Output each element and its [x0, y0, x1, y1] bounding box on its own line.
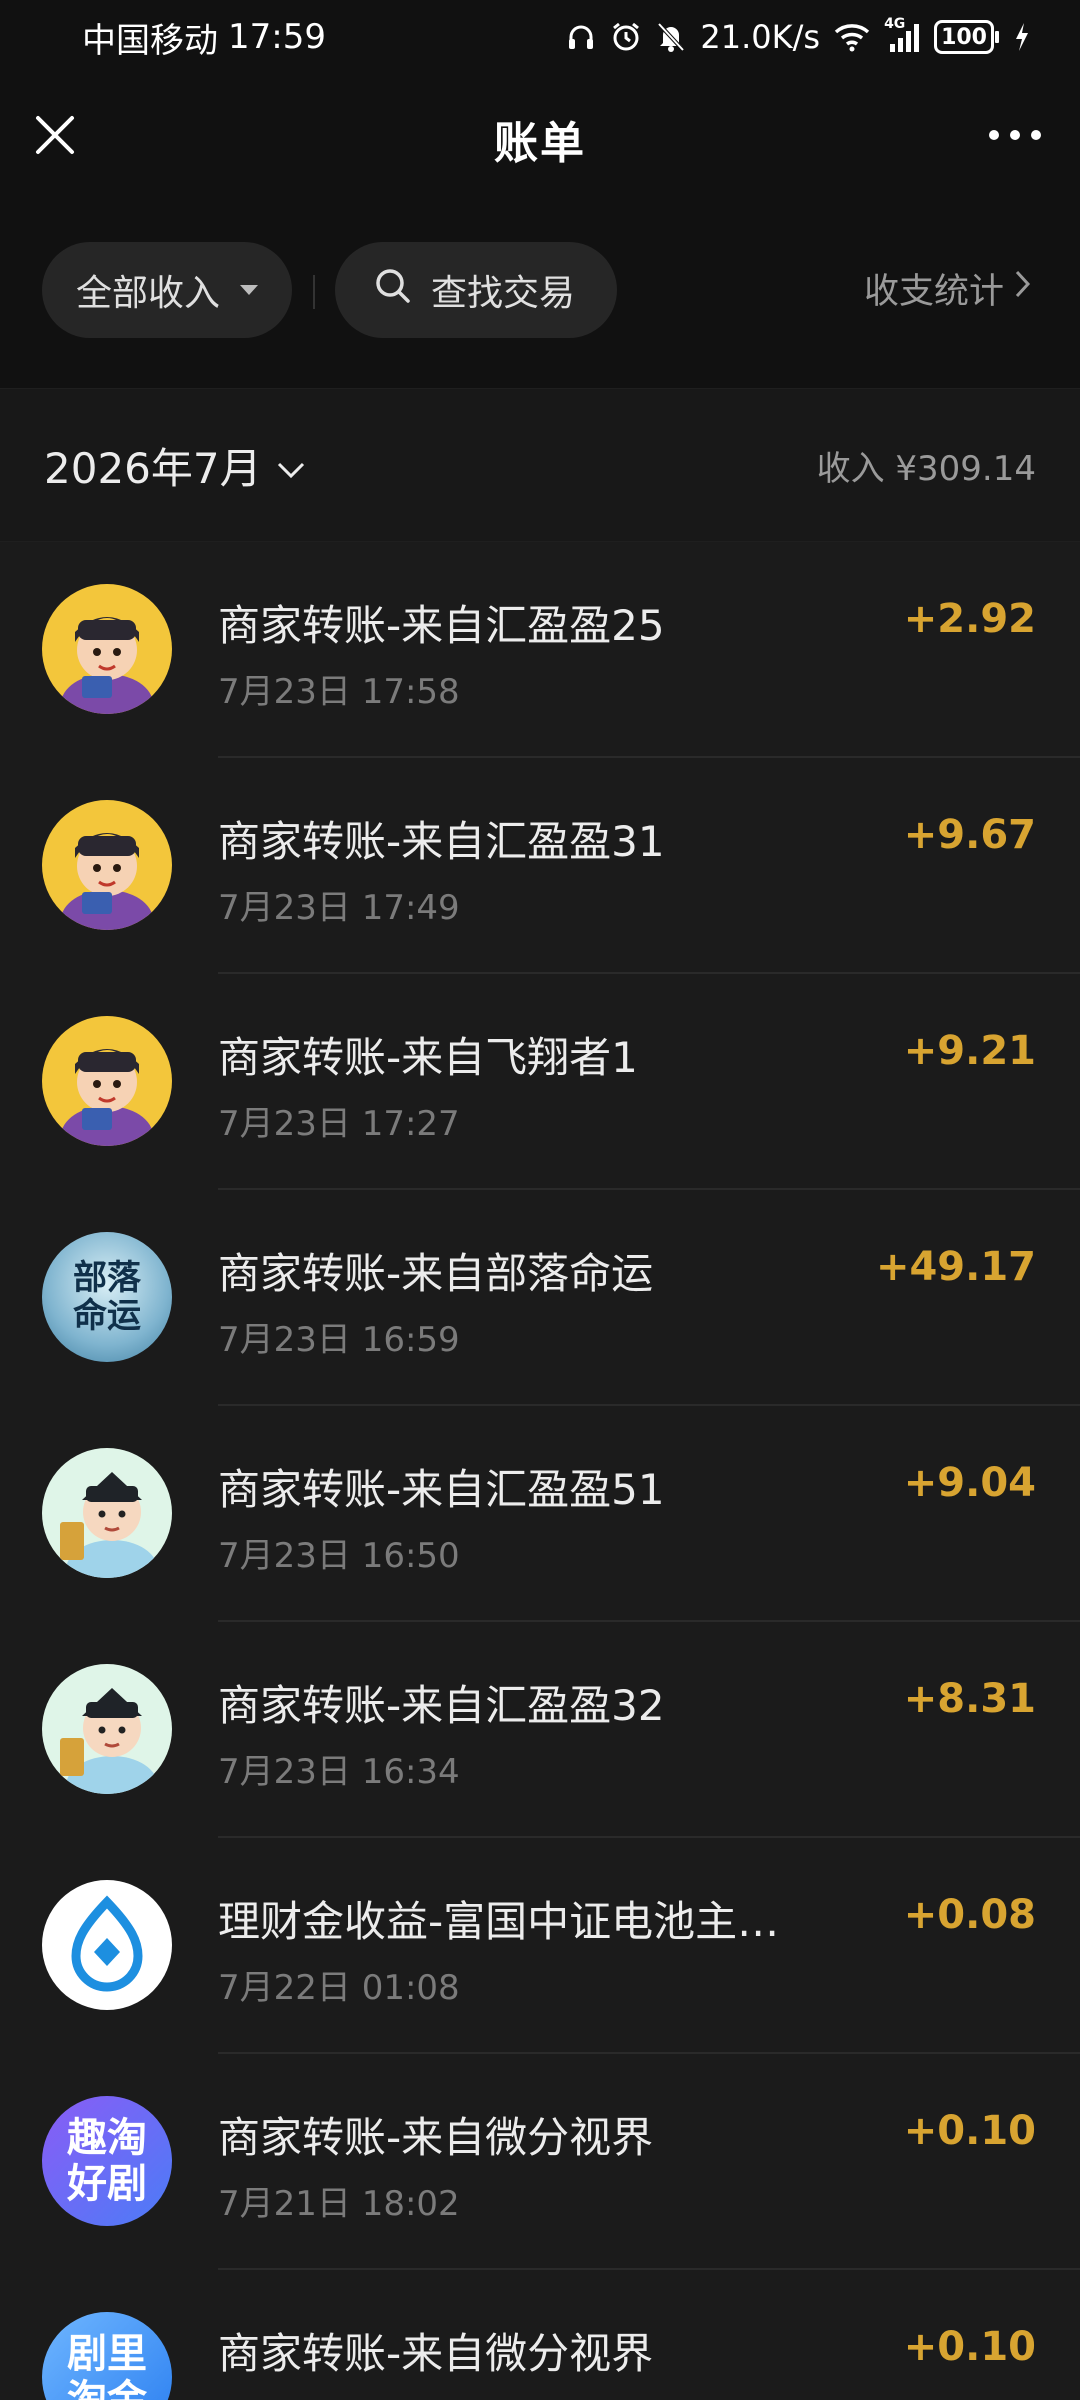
- transaction-time: 7月23日 17:49: [218, 888, 460, 928]
- search-icon: [373, 266, 413, 315]
- scholar-avatar-icon: [42, 1448, 172, 1578]
- wifi-icon: [834, 22, 870, 52]
- transaction-row[interactable]: 部落命运 商家转账-来自部落命运 7月23日 16:59 +49.17: [0, 1190, 1080, 1406]
- cellular-signal-icon: 4G: [884, 16, 920, 52]
- page-title: 账单: [494, 118, 586, 169]
- caret-down-icon: [240, 285, 259, 295]
- transaction-time: 7月23日 16:34: [218, 1752, 460, 1792]
- network-type: 4G: [884, 16, 906, 32]
- transaction-amount: +9.67: [903, 812, 1036, 858]
- transaction-time: 7月23日 17:58: [218, 672, 460, 712]
- filter-divider: [313, 275, 315, 309]
- transaction-row[interactable]: 剧里淘金 商家转账-来自微分视界 +0.10: [0, 2270, 1080, 2400]
- more-options-icon[interactable]: [980, 110, 1050, 160]
- text-logo-avatar-icon: 趣淘好剧: [42, 2096, 172, 2226]
- transaction-row[interactable]: 商家转账-来自汇盈盈31 7月23日 17:49 +9.67: [0, 758, 1080, 974]
- transaction-row[interactable]: 商家转账-来自汇盈盈25 7月23日 17:58 +2.92: [0, 542, 1080, 758]
- transaction-amount: +9.04: [903, 1460, 1036, 1506]
- close-icon[interactable]: [30, 110, 80, 160]
- status-right: 21.0K/s 4G 100: [566, 16, 1030, 56]
- network-speed: 21.0K/s: [700, 18, 821, 56]
- text-logo-avatar-text: 趣淘好剧: [67, 2115, 147, 2207]
- scholar-avatar-icon: [42, 1664, 172, 1794]
- transaction-amount: +0.08: [903, 1892, 1036, 1938]
- transaction-row[interactable]: 商家转账-来自飞翔者1 7月23日 17:27 +9.21: [0, 974, 1080, 1190]
- transaction-title: 商家转账-来自微分视界: [218, 2113, 654, 2162]
- chevron-down-icon: [276, 441, 306, 490]
- calligraphy-avatar-icon: 部落命运: [42, 1232, 172, 1362]
- month-header: 2026年7月 收入 ¥309.14: [0, 388, 1080, 542]
- scholar-avatar-icon: [42, 1016, 172, 1146]
- scholar-avatar-icon: [42, 584, 172, 714]
- carrier-label: 中国移动: [82, 20, 218, 61]
- filter-row: 全部收入 查找交易 收支统计: [0, 240, 1080, 340]
- clock: 17:59: [228, 17, 326, 57]
- transaction-row[interactable]: 趣淘好剧 商家转账-来自微分视界 7月21日 18:02 +0.10: [0, 2054, 1080, 2270]
- search-transactions-button[interactable]: 查找交易: [335, 242, 617, 338]
- alarm-icon: [610, 21, 642, 53]
- transaction-title: 理财金收益-富国中证电池主…: [218, 1897, 780, 1946]
- transaction-title: 商家转账-来自飞翔者1: [218, 1033, 638, 1082]
- transaction-time: 7月23日 16:50: [218, 1536, 460, 1576]
- transaction-list: 商家转账-来自汇盈盈25 7月23日 17:58 +2.92 商家转账-来自汇盈…: [0, 542, 1080, 2400]
- transaction-title: 商家转账-来自汇盈盈31: [218, 817, 665, 866]
- bill-screen: 中国移动 17:59 21.0K/s 4G 100 账单 全部收入 查找交易 收…: [0, 0, 1080, 2400]
- month-selector[interactable]: 2026年7月: [44, 435, 306, 496]
- transaction-row[interactable]: 商家转账-来自汇盈盈32 7月23日 16:34 +8.31: [0, 1622, 1080, 1838]
- charging-icon: [1014, 22, 1030, 52]
- transaction-row[interactable]: 理财金收益-富国中证电池主… 7月22日 01:08 +0.08: [0, 1838, 1080, 2054]
- fund-logo-icon: [42, 1880, 172, 2010]
- headphones-icon: [566, 22, 596, 52]
- transaction-amount: +49.17: [875, 1244, 1036, 1290]
- transaction-title: 商家转账-来自汇盈盈51: [218, 1465, 665, 1514]
- income-expense-stats-link[interactable]: 收支统计: [864, 240, 1032, 336]
- transaction-time: 7月21日 18:02: [218, 2184, 460, 2224]
- scholar-avatar-icon: [42, 800, 172, 930]
- text-logo-avatar-icon: 剧里淘金: [42, 2312, 172, 2400]
- transaction-title: 商家转账-来自部落命运: [218, 1249, 654, 1298]
- status-left: 中国移动 17:59: [82, 13, 326, 62]
- text-logo-avatar-text: 剧里淘金: [67, 2331, 147, 2400]
- transaction-row[interactable]: 商家转账-来自汇盈盈51 7月23日 16:50 +9.04: [0, 1406, 1080, 1622]
- transaction-amount: +9.21: [903, 1028, 1036, 1074]
- battery-indicator: 100: [934, 20, 999, 54]
- transaction-amount: +8.31: [903, 1676, 1036, 1722]
- transaction-title: 商家转账-来自汇盈盈25: [218, 601, 665, 650]
- transaction-amount: +0.10: [903, 2108, 1036, 2154]
- income-filter-dropdown[interactable]: 全部收入: [42, 242, 292, 338]
- transaction-amount: +2.92: [903, 596, 1036, 642]
- status-bar: 中国移动 17:59 21.0K/s 4G 100: [0, 0, 1080, 74]
- mute-bell-icon: [656, 21, 686, 53]
- transaction-title: 商家转账-来自汇盈盈32: [218, 1681, 665, 1730]
- month-label: 2026年7月: [44, 443, 262, 493]
- income-filter-label: 全部收入: [76, 273, 221, 314]
- transaction-title: 商家转账-来自微分视界: [218, 2329, 654, 2378]
- transaction-time: 7月23日 17:27: [218, 1104, 460, 1144]
- calligraphy-avatar-text: 部落命运: [73, 1258, 141, 1336]
- transaction-time: 7月23日 16:59: [218, 1320, 460, 1360]
- stats-label: 收支统计: [863, 271, 1004, 312]
- month-income-total: 收入 ¥309.14: [816, 448, 1036, 489]
- transaction-time: 7月22日 01:08: [218, 1968, 460, 2008]
- nav-bar: 账单: [0, 74, 1080, 204]
- transaction-amount: +0.10: [903, 2324, 1036, 2370]
- search-label: 查找交易: [431, 273, 576, 314]
- chevron-right-icon: [1014, 268, 1032, 308]
